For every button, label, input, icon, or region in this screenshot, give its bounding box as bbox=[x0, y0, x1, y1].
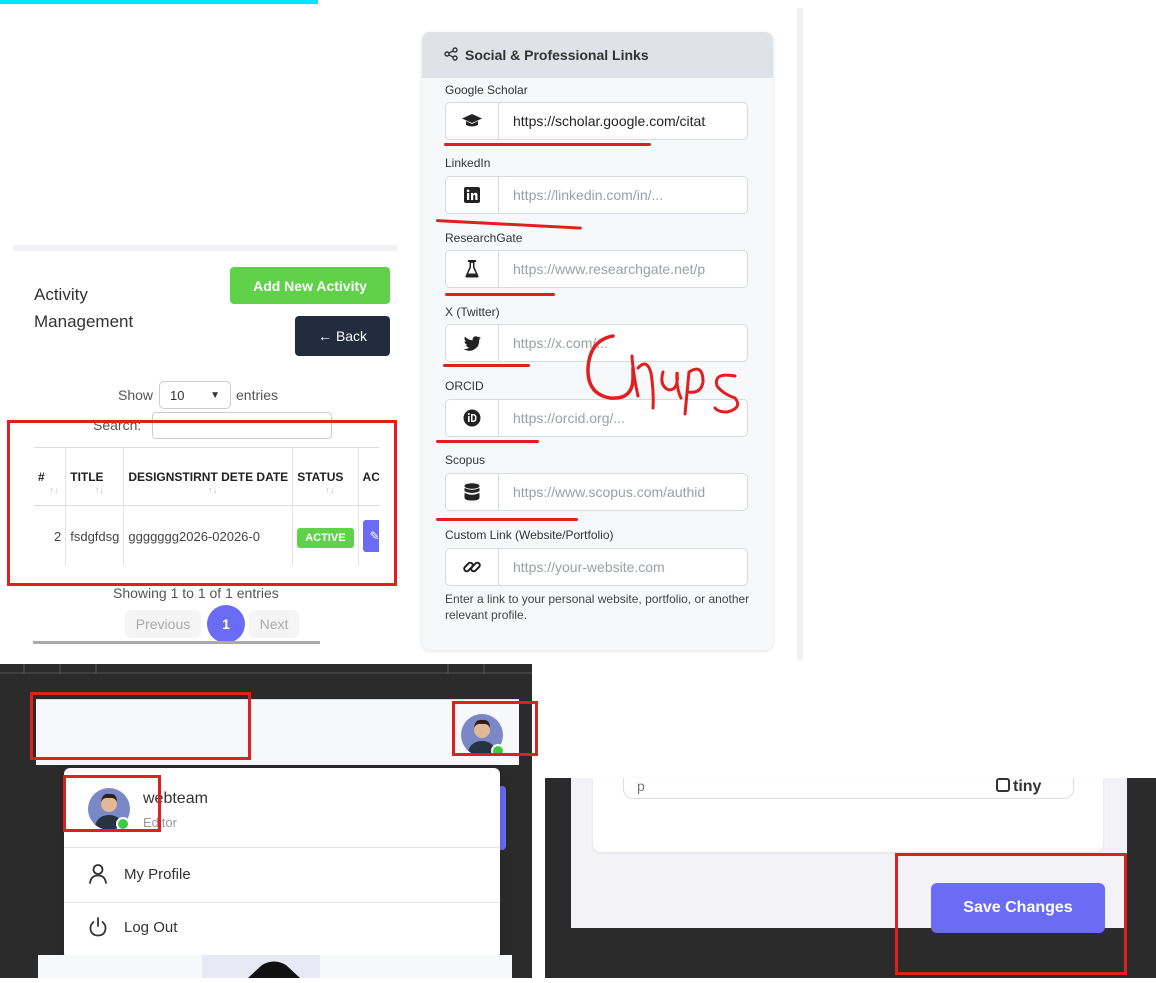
custom-link-help-text: Enter a link to your personal website, p… bbox=[445, 592, 750, 622]
researchgate-label: ResearchGate bbox=[445, 231, 523, 245]
scopus-field: https://www.scopus.com/authid bbox=[445, 473, 748, 511]
next-page-button[interactable]: Next bbox=[249, 610, 299, 638]
log-out-menu-item[interactable]: Log Out bbox=[88, 916, 177, 938]
database-icon bbox=[446, 474, 499, 510]
search-input[interactable] bbox=[152, 412, 332, 439]
orcid-icon bbox=[446, 400, 499, 436]
cell-dates: ggggggg2026-02026-0 bbox=[123, 505, 294, 566]
link-icon bbox=[446, 549, 499, 585]
social-links-header: Social & Professional Links bbox=[422, 32, 773, 78]
log-out-label: Log Out bbox=[124, 918, 178, 936]
edit-icon[interactable]: ✎ bbox=[362, 520, 379, 552]
table-header-row: # ↑↓ TITLE ↑↓ DESIGNSTIRNT DETE DATE ↑↓ STA… bbox=[34, 448, 379, 506]
back-button[interactable]: ← Back bbox=[295, 316, 390, 356]
annotation-underline bbox=[443, 364, 530, 367]
activity-table: # ↑↓ TITLE ↑↓ DESIGNSTIRNT DETE DATE ↑↓ STA… bbox=[34, 447, 379, 566]
share-icon bbox=[444, 46, 458, 64]
google-scholar-field: https://scholar.google.com/citat bbox=[445, 102, 748, 140]
sort-icon: ↑↓ bbox=[208, 485, 218, 495]
cell-actions: ✎ bbox=[358, 505, 379, 566]
entries-label: entries bbox=[236, 387, 279, 403]
google-scholar-label: Google Scholar bbox=[445, 83, 528, 97]
annotation-underline bbox=[436, 518, 578, 521]
column-header-status[interactable]: STATUS ↑↓ bbox=[292, 448, 359, 506]
sort-icon: ↑↓ bbox=[94, 485, 104, 495]
orcid-label: ORCID bbox=[445, 379, 484, 393]
online-status-dot bbox=[491, 744, 505, 758]
tiny-icon bbox=[996, 778, 1010, 792]
table-row: 2 fsdgfdsg ggggggg2026-02026-0 ACTIVE ✎ bbox=[34, 505, 379, 566]
custom-link-field: https://your-website.com bbox=[445, 548, 748, 586]
save-changes-button[interactable]: Save Changes bbox=[931, 883, 1105, 933]
menu-divider bbox=[64, 902, 500, 903]
researchgate-input[interactable]: https://www.researchgate.net/p bbox=[499, 251, 747, 287]
activity-title-line1: Activity bbox=[34, 285, 88, 304]
scopus-label: Scopus bbox=[445, 453, 486, 467]
annotation-underline bbox=[445, 293, 555, 296]
column-header-designation-start-end[interactable]: DESIGNSTIRNT DETE DATE ↑↓ bbox=[123, 448, 294, 506]
chevron-down-icon: ▼ bbox=[210, 389, 220, 401]
page-content-peek bbox=[38, 955, 512, 978]
column-header-num[interactable]: # ↑↓ bbox=[34, 448, 67, 506]
entries-per-page-select[interactable]: 10 ▼ bbox=[159, 381, 231, 409]
tiny-logo: tiny bbox=[996, 778, 1041, 796]
my-profile-menu-item[interactable]: My Profile bbox=[88, 863, 191, 885]
cell-num: 2 bbox=[34, 505, 67, 566]
status-badge: ACTIVE bbox=[297, 527, 354, 548]
horizontal-scrollbar[interactable] bbox=[33, 641, 320, 644]
graduation-cap-icon bbox=[446, 103, 499, 139]
my-profile-label: My Profile bbox=[124, 865, 191, 883]
google-scholar-input[interactable]: https://scholar.google.com/citat bbox=[499, 103, 747, 139]
twitter-label: X (Twitter) bbox=[445, 305, 500, 319]
power-icon bbox=[89, 917, 107, 937]
table-info: Showing 1 to 1 of 1 entries bbox=[113, 585, 279, 601]
add-new-activity-button[interactable]: Add New Activity bbox=[230, 267, 390, 304]
previous-page-button[interactable]: Previous bbox=[125, 610, 201, 638]
flask-icon bbox=[446, 251, 499, 287]
sort-icon: ↑↓ bbox=[49, 485, 59, 495]
column-header-title[interactable]: TITLE ↑↓ bbox=[65, 448, 125, 506]
annotation-underline bbox=[436, 440, 539, 443]
back-button-label: Back bbox=[335, 328, 368, 344]
page-1-button[interactable]: 1 bbox=[207, 605, 245, 643]
custom-link-input[interactable]: https://your-website.com bbox=[499, 549, 747, 585]
scopus-input[interactable]: https://www.scopus.com/authid bbox=[499, 474, 747, 510]
linkedin-label: LinkedIn bbox=[445, 156, 491, 170]
username: webteam bbox=[143, 790, 208, 807]
entries-select-value: 10 bbox=[170, 387, 185, 403]
linkedin-field: https://linkedin.com/in/... bbox=[445, 176, 748, 214]
activity-panel-top-border bbox=[14, 245, 397, 251]
cell-status: ACTIVE bbox=[292, 505, 359, 566]
cell-title: fsdgfdsg bbox=[65, 505, 125, 566]
annotation-underline bbox=[444, 143, 651, 146]
column-header-actions[interactable]: ACT bbox=[358, 448, 379, 506]
handwritten-gaps-annotation bbox=[586, 334, 740, 416]
grid-pattern bbox=[0, 664, 532, 674]
custom-link-label: Custom Link (Website/Portfolio) bbox=[445, 528, 614, 542]
twitter-icon bbox=[446, 325, 499, 361]
user-role: Editor bbox=[143, 815, 177, 830]
search-label: Search: bbox=[93, 417, 142, 433]
top-navbar bbox=[36, 699, 519, 765]
editor-element-path: p bbox=[637, 778, 645, 794]
menu-divider bbox=[64, 847, 500, 848]
linkedin-icon bbox=[446, 177, 499, 213]
vertical-scrollbar-track bbox=[797, 8, 803, 660]
linkedin-input[interactable]: https://linkedin.com/in/... bbox=[499, 177, 747, 213]
show-label: Show bbox=[118, 387, 154, 403]
arrow-left-icon: ← bbox=[317, 328, 332, 344]
online-status-dot bbox=[116, 817, 130, 831]
highlight-bar bbox=[0, 0, 318, 4]
user-icon bbox=[89, 864, 107, 884]
sort-icon: ↑↓ bbox=[325, 485, 335, 495]
social-links-title: Social & Professional Links bbox=[465, 47, 649, 63]
researchgate-field: https://www.researchgate.net/p bbox=[445, 250, 748, 288]
activity-title-line2: Management bbox=[34, 312, 134, 331]
